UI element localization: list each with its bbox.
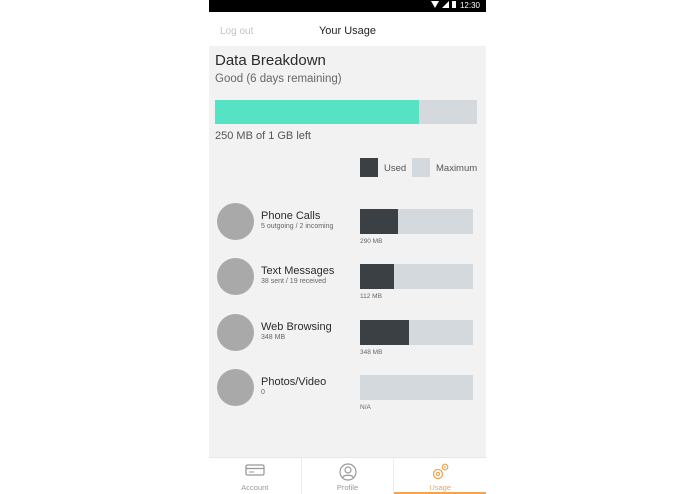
data-progress-fill	[215, 100, 420, 124]
category-detail: 0	[261, 389, 265, 396]
usage-bar	[360, 209, 473, 234]
wifi-icon	[431, 1, 439, 8]
category-name: Web Browsing	[261, 321, 332, 333]
status-time: 12:30	[459, 1, 480, 10]
data-progress-bar	[215, 100, 477, 124]
usage-bar	[360, 320, 473, 345]
tab-usage[interactable]: Usage	[394, 458, 486, 494]
category-name: Text Messages	[261, 265, 335, 277]
category-icon	[217, 258, 254, 295]
legend-used-label: Used	[384, 163, 407, 174]
category-detail: 348 MB	[261, 334, 286, 341]
category-icon	[217, 203, 254, 240]
breakdown-title: Data Breakdown	[215, 52, 326, 69]
status-icons	[431, 1, 456, 8]
legend-maximum-swatch	[412, 158, 430, 177]
logout-button[interactable]: Log out	[220, 26, 253, 37]
tab-account[interactable]: Account	[209, 458, 302, 494]
tab-profile[interactable]: Profile	[302, 458, 395, 494]
category-icon	[217, 314, 254, 351]
usage-amount: 290 MB	[360, 238, 383, 245]
category-detail: 38 sent / 19 received	[261, 278, 326, 285]
battery-icon	[452, 1, 456, 8]
tab-usage-label: Usage	[429, 483, 452, 492]
usage-bar-fill	[360, 320, 409, 345]
usage-amount: N/A	[360, 404, 371, 411]
app-header: Your Usage Log out	[209, 12, 486, 46]
bottom-tab-bar: Account Profile Usage	[209, 457, 486, 494]
status-bar: 12:30	[209, 0, 486, 12]
signal-icon	[442, 1, 449, 8]
usage-row-text-messages: Text Messages 38 sent / 19 received 112 …	[209, 258, 486, 308]
tab-profile-label: Profile	[336, 483, 359, 492]
usage-bar-fill	[360, 264, 394, 289]
breakdown-status: Good (6 days remaining)	[215, 73, 342, 85]
usage-row-phone-calls: Phone Calls 5 outgoing / 2 incoming 290 …	[209, 203, 486, 253]
usage-row-web-browsing: Web Browsing 348 MB 348 MB	[209, 314, 486, 364]
legend-maximum-label: Maximum	[436, 163, 478, 174]
phone-screen: 12:30 Your Usage Log out Data Breakdown …	[209, 0, 486, 494]
category-icon	[217, 369, 254, 406]
card-icon	[245, 463, 265, 482]
usage-bar	[360, 264, 473, 289]
category-name: Phone Calls	[261, 210, 321, 222]
usage-bar	[360, 375, 473, 400]
category-name: Photos/Video	[261, 376, 327, 388]
usage-amount: 112 MB	[360, 293, 382, 300]
usage-amount: 348 MB	[360, 349, 383, 356]
usage-row-photos-video: Photos/Video 0 N/A	[209, 369, 486, 419]
category-detail: 5 outgoing / 2 incoming	[261, 223, 334, 230]
remaining-text: 250 MB of 1 GB left	[215, 130, 311, 142]
tab-account-label: Account	[241, 483, 269, 492]
legend-used-swatch	[360, 158, 378, 177]
usage-bar-fill	[360, 209, 399, 234]
